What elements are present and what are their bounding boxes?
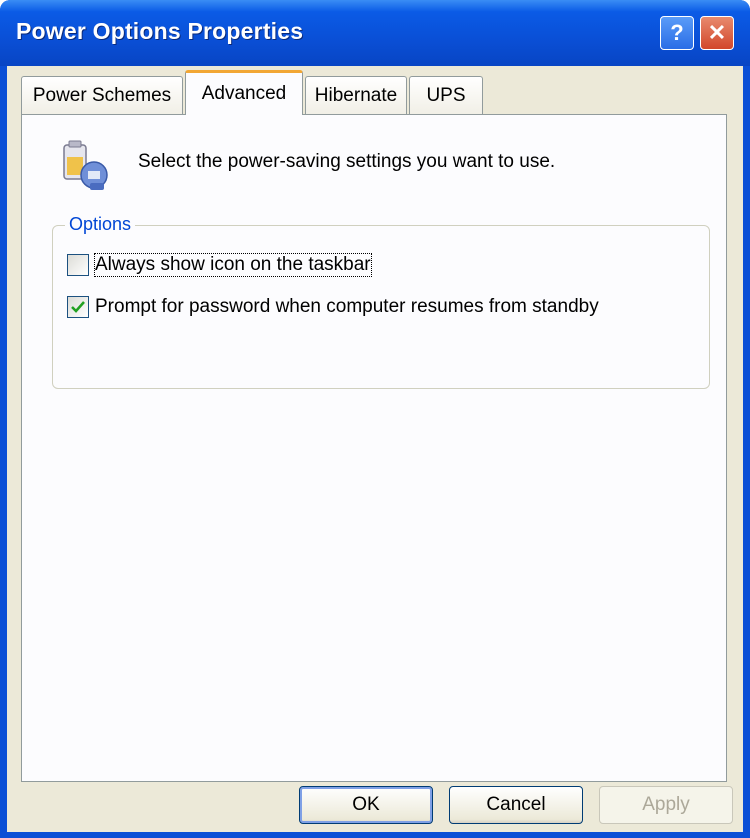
options-groupbox: Options Always show icon on the taskbar … xyxy=(52,214,710,389)
close-icon: ✕ xyxy=(707,20,727,45)
advanced-tab-panel: Select the power-saving settings you wan… xyxy=(21,114,727,782)
power-settings-icon xyxy=(54,137,118,197)
prompt-password-checkbox[interactable] xyxy=(67,296,89,318)
title-bar[interactable]: Power Options Properties ? ✕ xyxy=(0,0,750,66)
tab-advanced[interactable]: Advanced xyxy=(185,70,303,115)
dialog-window: Power Options Properties ? ✕ Power Schem… xyxy=(0,0,750,838)
ok-button[interactable]: OK xyxy=(299,786,433,824)
tab-power-schemes[interactable]: Power Schemes xyxy=(21,76,183,114)
dialog-client-area: Power Schemes Advanced Hibernate UPS Sel… xyxy=(7,66,743,832)
help-icon: ? xyxy=(670,20,684,45)
show-icon-option[interactable]: Always show icon on the taskbar xyxy=(67,253,372,277)
checkmark-icon xyxy=(71,301,85,313)
tab-label: Advanced xyxy=(201,83,287,104)
show-icon-checkbox[interactable] xyxy=(67,254,89,276)
ok-label: OK xyxy=(352,794,380,815)
prompt-password-option[interactable]: Prompt for password when computer resume… xyxy=(67,296,599,318)
tab-label: Hibernate xyxy=(314,84,398,106)
tab-hibernate[interactable]: Hibernate xyxy=(305,76,407,114)
cancel-button[interactable]: Cancel xyxy=(449,786,583,824)
tab-label: Power Schemes xyxy=(32,84,172,106)
show-icon-label[interactable]: Always show icon on the taskbar xyxy=(94,253,372,277)
apply-label: Apply xyxy=(642,794,690,815)
header-instruction: Select the power-saving settings you wan… xyxy=(138,151,556,172)
close-button[interactable]: ✕ xyxy=(700,16,734,50)
tab-label: UPS xyxy=(426,84,466,106)
help-button[interactable]: ? xyxy=(660,16,694,50)
prompt-password-label[interactable]: Prompt for password when computer resume… xyxy=(95,296,599,318)
cancel-label: Cancel xyxy=(486,794,546,815)
window-title: Power Options Properties xyxy=(16,18,304,44)
apply-button[interactable]: Apply xyxy=(599,786,733,824)
tab-ups[interactable]: UPS xyxy=(409,76,483,114)
options-group-label: Options xyxy=(65,214,136,235)
